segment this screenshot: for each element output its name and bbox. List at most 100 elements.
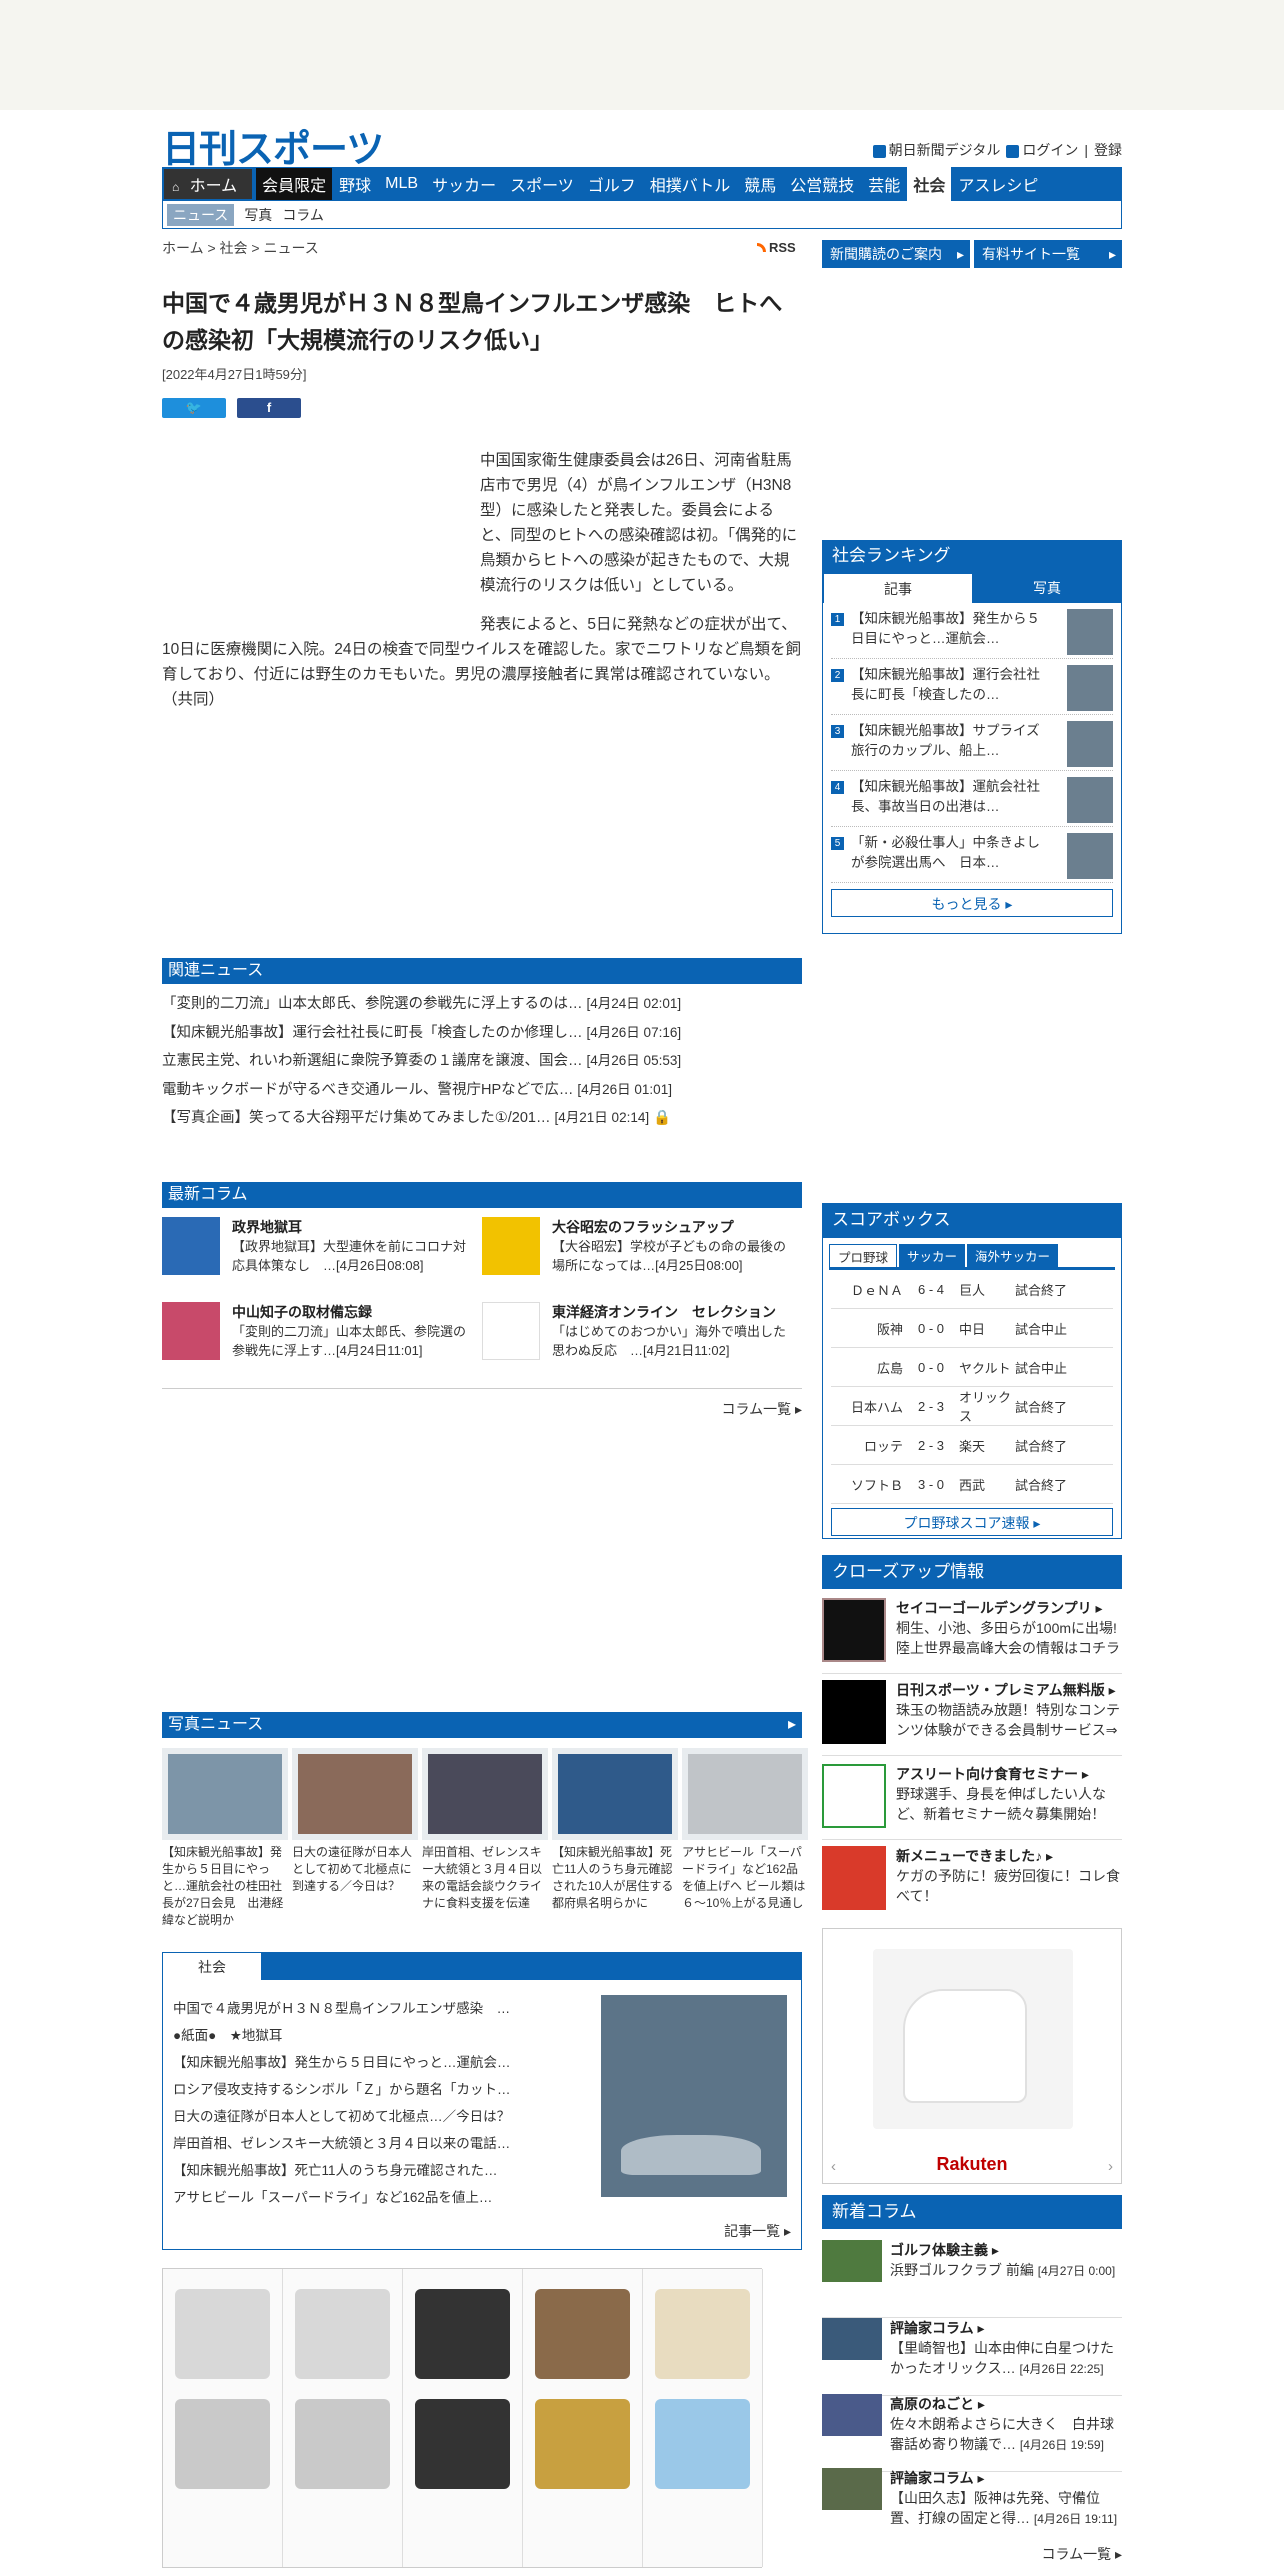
score-more-button[interactable]: プロ野球スコア速報 ▸	[831, 1508, 1113, 1536]
ad-product[interactable]	[643, 2269, 763, 2567]
closeup-item[interactable]: アスリート向け食育セミナー ▸ 野球選手、身長を伸ばしたい人など、新着セミナー続…	[822, 1764, 1122, 1840]
related-item[interactable]: 【写真企画】笑ってる大谷翔平だけ集めてみました①/201… [4月21日 02:…	[162, 1104, 802, 1133]
related-item[interactable]: 「変則的二刀流」山本太郎氏、参院選の参戦先に浮上するのは… [4月24日 02:…	[162, 990, 802, 1019]
rakuten-logo: Rakuten	[936, 2154, 1008, 2174]
nav-baseball[interactable]: 野球	[332, 172, 378, 196]
asahi-link[interactable]: 朝日新聞デジタル	[872, 140, 1000, 160]
nav-athlecipe[interactable]: アスレシピ	[951, 172, 1045, 196]
score-row[interactable]: ロッテ 2 - 3 楽天 試合終了	[831, 1426, 1113, 1465]
shakai-more-link[interactable]: 記事一覧 ▸	[724, 2221, 791, 2241]
shakai-item[interactable]: 日大の遠征隊が日本人として初めて北極点…／今日は？	[173, 2103, 573, 2130]
ranking-thumb	[1067, 777, 1113, 823]
new-column-item[interactable]: 評論家コラム ▸ 【山田久志】阪神は先発、守備位置、打線の固定と得… [4月26…	[822, 2468, 1122, 2546]
ad-product[interactable]	[163, 2269, 283, 2567]
article-body: 中国国家衛生健康委員会は26日、河南省駐馬店市で男児（4）が鳥インフルエンザ（H…	[162, 448, 802, 726]
seminar-logo	[822, 1764, 886, 1828]
score-row[interactable]: ソフトＢ 3 - 0 西武 試合終了	[831, 1465, 1113, 1504]
ranking-thumb	[1067, 609, 1113, 655]
ranking-tab-photos[interactable]: 写真	[973, 573, 1121, 603]
column-item[interactable]: 大谷昭宏のフラッシュアップ 【大谷昭宏】学校が子どもの命の最後の場所になっては……	[482, 1217, 792, 1287]
column-item[interactable]: 政界地獄耳 【政界地獄耳】大型連休を前にコロナ対応具体策なし …[4月26日08…	[162, 1217, 472, 1287]
ranking-title[interactable]: 社会ランキング	[822, 540, 1122, 572]
chevron-right-icon[interactable]: ›	[1108, 2158, 1113, 2175]
lock-icon: 🔒	[653, 1110, 672, 1126]
shakai-item[interactable]: ●紙面● ★地獄耳	[173, 2022, 573, 2049]
score-row[interactable]: 日本ハム 2 - 3 オリックス 試合終了	[831, 1387, 1113, 1426]
closeup-item[interactable]: セイコーゴールデングランプリ ▸ 桐生、小池、多田らが100mに出場!陸上世界最…	[822, 1598, 1122, 1674]
nav-mlb[interactable]: MLB	[378, 175, 425, 193]
score-row[interactable]: 広島 0 - 0 ヤクルト 試合中止	[831, 1348, 1113, 1387]
photo-item[interactable]: 【知床観光船事故】発生から５日目にやっと…運航会社の桂田社長が27日会見 出港経…	[162, 1748, 288, 1930]
nav-sumo[interactable]: 相撲バトル	[643, 172, 737, 196]
nav-geino[interactable]: 芸能	[861, 172, 907, 196]
ranking-item[interactable]: 3 【知床観光船事故】サプライズ旅行のカップル、船上…	[831, 715, 1113, 771]
ranking-more-button[interactable]: もっと見る ▸	[831, 889, 1113, 917]
twitter-share-button[interactable]: 🐦	[162, 398, 226, 418]
shakai-item[interactable]: アサヒビール「スーパードライ」など162品を値上…	[173, 2184, 573, 2211]
nav-kouei[interactable]: 公営競技	[783, 172, 861, 196]
breadcrumb[interactable]: ホーム > 社会 > ニュース	[162, 238, 319, 258]
shakai-item[interactable]: 【知床観光船事故】発生から５日目にやっと…運航会…	[173, 2049, 573, 2076]
new-column-list-link[interactable]: コラム一覧 ▸	[822, 2544, 1122, 2564]
subscribe-button[interactable]: 新聞購読のご案内	[822, 240, 970, 268]
nav-sports[interactable]: スポーツ	[503, 172, 581, 196]
login-link[interactable]: ログイン	[1006, 140, 1078, 160]
nav-soccer[interactable]: サッカー	[425, 172, 503, 196]
subnav-column[interactable]: コラム	[282, 205, 324, 225]
rss-link[interactable]: RSS	[757, 240, 796, 255]
nav-keiba[interactable]: 競馬	[737, 172, 783, 196]
ranking-item[interactable]: 2 【知床観光船事故】運行会社社長に町長「検査したの…	[831, 659, 1113, 715]
ad-product[interactable]	[403, 2269, 523, 2567]
related-item[interactable]: 立憲民主党、れいわ新選組に衆院予算委の１議席を譲渡、国会… [4月26日 05:…	[162, 1047, 802, 1076]
shakai-item[interactable]: 岸田首相、ゼレンスキー大統領と３月４日以来の電話…	[173, 2130, 573, 2157]
score-row[interactable]: 阪神 0 - 0 中日 試合中止	[831, 1309, 1113, 1348]
photo-item[interactable]: アサヒビール「スーパードライ」など162品を値上げへ ビール類は６～10％上がる…	[682, 1748, 808, 1930]
photo-item[interactable]: 【知床観光船事故】死亡11人のうち身元確認された10人が居住する都府県名明らかに	[552, 1748, 678, 1930]
score-tab-world-soccer[interactable]: 海外サッカー	[967, 1244, 1059, 1267]
score-tab-soccer[interactable]: サッカー	[899, 1244, 966, 1267]
column-list-link[interactable]: コラム一覧 ▸	[162, 1388, 802, 1419]
golf-ad-grid[interactable]	[162, 2268, 763, 2568]
shakai-tab[interactable]: 社会	[162, 1952, 262, 1980]
shakai-photo[interactable]	[601, 1995, 787, 2197]
site-logo[interactable]: 日刊スポーツ	[162, 118, 384, 173]
chevron-left-icon[interactable]: ‹	[831, 2158, 836, 2175]
shakai-item[interactable]: 【知床観光船事故】死亡11人のうち身元確認された…	[173, 2157, 573, 2184]
new-column-item[interactable]: 高原のねごと ▸ 佐々木朗希よさらに大きく 白井球審話め寄り物議で… [4月26…	[822, 2394, 1122, 2472]
column-item[interactable]: 中山知子の取材備忘録 「変則的二刀流」山本太郎氏、参院選の参戦先に浮上す…[4月…	[162, 1302, 472, 1372]
ad-product[interactable]	[283, 2269, 403, 2567]
new-column-item[interactable]: ゴルフ体験主義 ▸ 浜野ゴルフクラブ 前編 [4月27日 0:00]	[822, 2240, 1122, 2318]
nav-home[interactable]: ⌂ ホーム	[164, 169, 253, 199]
related-item[interactable]: 【知床観光船事故】運行会社社長に町長「検査したのか修理し… [4月26日 07:…	[162, 1019, 802, 1048]
paid-sites-button[interactable]: 有料サイト一覧	[974, 240, 1122, 268]
nav-member[interactable]: 会員限定	[256, 168, 333, 200]
ranking-thumb	[1067, 721, 1113, 767]
photo-item[interactable]: 日大の遠征隊が日本人として初めて北極点に到達する／今日は？	[292, 1748, 418, 1930]
score-tab-baseball[interactable]: プロ野球	[829, 1244, 898, 1267]
photo-item[interactable]: 岸田首相、ゼレンスキー大統領と３月４日以来の電話会談ウクライナに食料支援を伝達	[422, 1748, 548, 1930]
asahi-icon	[872, 144, 886, 158]
ranking-item[interactable]: 5 「新・必殺仕事人」中条きよしが参院選出馬へ 日本…	[831, 827, 1113, 883]
rakuten-ad[interactable]: Rakuten ‹ ›	[822, 1928, 1122, 2184]
ranking-item[interactable]: 4 【知床観光船事故】運航会社社長、事故当日の出港は…	[831, 771, 1113, 827]
photo-news-title[interactable]: 写真ニュース ▸	[162, 1712, 802, 1738]
ranking-item[interactable]: 1 【知床観光船事故】発生から５日目にやっと…運航会…	[831, 603, 1113, 659]
facebook-share-button[interactable]: f	[237, 398, 301, 418]
subnav-photo[interactable]: 写真	[244, 205, 272, 225]
related-item[interactable]: 電動キックボードが守るべき交通ルール、警視庁HPなどで広… [4月26日 01:…	[162, 1076, 802, 1105]
shakai-box: 社会 中国で４歳男児がＨ３Ｎ８型鳥インフルエンザ感染 … ●紙面● ★地獄耳 【…	[162, 1952, 802, 2250]
subnav-news[interactable]: ニュース	[167, 203, 235, 226]
closeup-item[interactable]: 日刊スポーツ・プレミアム無料版 ▸ 珠玉の物語読み放題！特別なコンテンツ体験がで…	[822, 1680, 1122, 1756]
shakai-item[interactable]: 中国で４歳男児がＨ３Ｎ８型鳥インフルエンザ感染 …	[173, 1995, 573, 2022]
register-link[interactable]: 登録	[1094, 140, 1122, 160]
closeup-item[interactable]: 新メニューできました♪ ▸ ケガの予防に！疲労回復に！コレ食べて！	[822, 1846, 1122, 1922]
nav-golf[interactable]: ゴルフ	[581, 172, 643, 196]
new-column-item[interactable]: 評論家コラム ▸ 【里崎智也】山本由伸に白星つけたかったオリックス… [4月26…	[822, 2318, 1122, 2396]
shakai-item[interactable]: ロシア侵攻支持するシンボル「Ｚ」から題名「カット…	[173, 2076, 573, 2103]
ranking-tab-articles[interactable]: 記事	[823, 573, 973, 603]
header-links: 朝日新聞デジタル ログイン | 登録	[872, 140, 1122, 160]
ad-product[interactable]	[523, 2269, 643, 2567]
nav-shakai[interactable]: 社会	[907, 167, 952, 201]
column-item[interactable]: 東洋経済オンライン セレクション 「はじめてのおつかい」海外で噴出した思わぬ反応…	[482, 1302, 792, 1372]
score-row[interactable]: ＤｅＮＡ 6 - 4 巨人 試合終了	[831, 1270, 1113, 1309]
